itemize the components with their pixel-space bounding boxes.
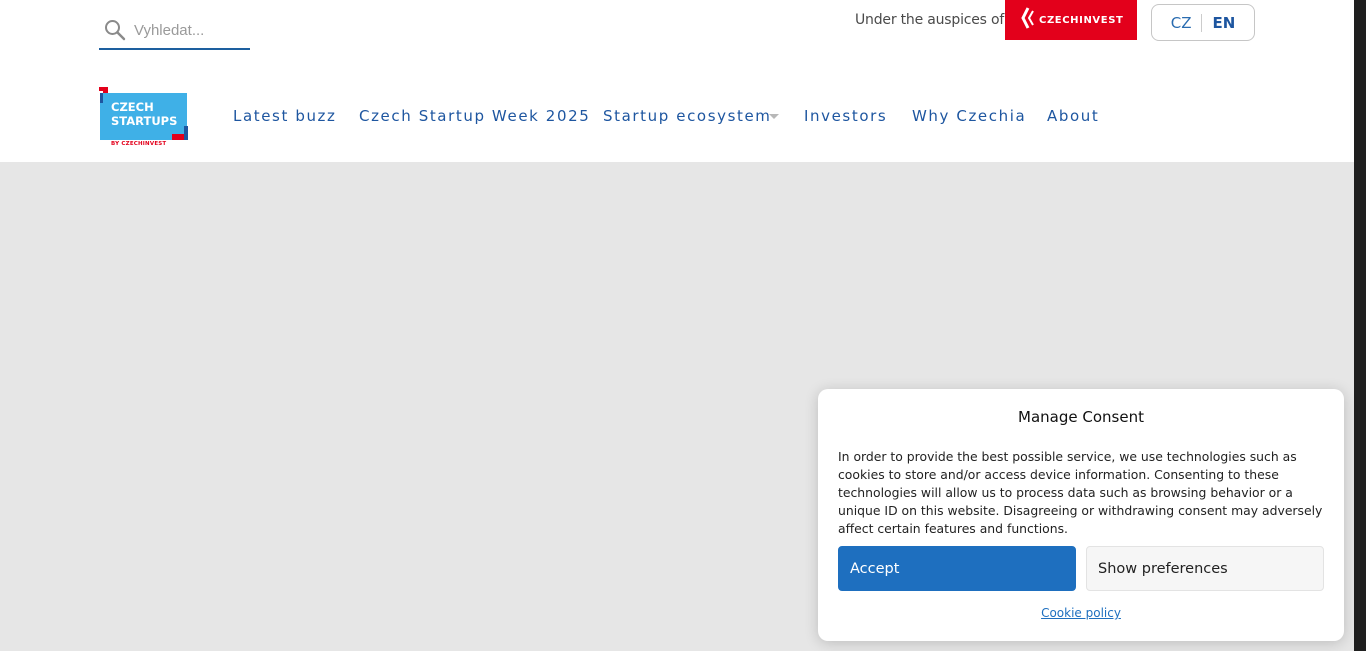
language-switcher: CZ EN [1151, 4, 1255, 41]
search-icon [104, 19, 126, 41]
consent-title: Manage Consent [1018, 408, 1144, 426]
accept-button[interactable]: Accept [838, 546, 1076, 591]
chevron-down-icon[interactable] [769, 114, 779, 119]
nav-item-czech-startup-week[interactable]: Czech Startup Week 2025 [359, 107, 590, 125]
logo-line-2: STARTUPS [111, 114, 178, 128]
search-input[interactable] [134, 18, 244, 42]
cookie-policy-link[interactable]: Cookie policy [818, 606, 1344, 620]
logo-accent-blue [100, 93, 103, 103]
czech-startups-logo[interactable]: CZECH STARTUPS BY CZECHINVEST [99, 87, 189, 149]
logo-accent-red [172, 134, 184, 140]
logo-accent-red [103, 87, 108, 93]
nav-item-about[interactable]: About [1047, 107, 1099, 125]
logo-accent-blue [184, 126, 188, 140]
auspices-label: Under the auspices of [855, 12, 1005, 28]
nav-item-investors[interactable]: Investors [804, 107, 887, 125]
czechinvest-logo[interactable]: CZECHINVEST [1005, 0, 1137, 40]
consent-body: In order to provide the best possible se… [838, 449, 1323, 536]
nav-item-why-czechia[interactable]: Why Czechia [912, 107, 1026, 125]
scrollbar[interactable] [1354, 0, 1366, 651]
logo-line-3: BY CZECHINVEST [111, 141, 167, 147]
nav-item-startup-ecosystem[interactable]: Startup ecosystem [603, 107, 772, 125]
logo-line-1: CZECH [111, 100, 154, 114]
search-box[interactable] [99, 10, 250, 50]
show-preferences-button[interactable]: Show preferences [1086, 546, 1324, 591]
language-en-link[interactable]: EN [1202, 14, 1235, 32]
site-header: Under the auspices of CZECHINVEST CZ EN … [0, 0, 1354, 162]
czechinvest-logo-text: CZECHINVEST [1039, 14, 1124, 26]
czechinvest-mark-icon [1005, 6, 1035, 34]
language-cz-link[interactable]: CZ [1171, 13, 1203, 32]
cookie-consent-dialog: Manage Consent In order to provide the b… [818, 389, 1344, 641]
nav-item-latest-buzz[interactable]: Latest buzz [233, 107, 337, 125]
